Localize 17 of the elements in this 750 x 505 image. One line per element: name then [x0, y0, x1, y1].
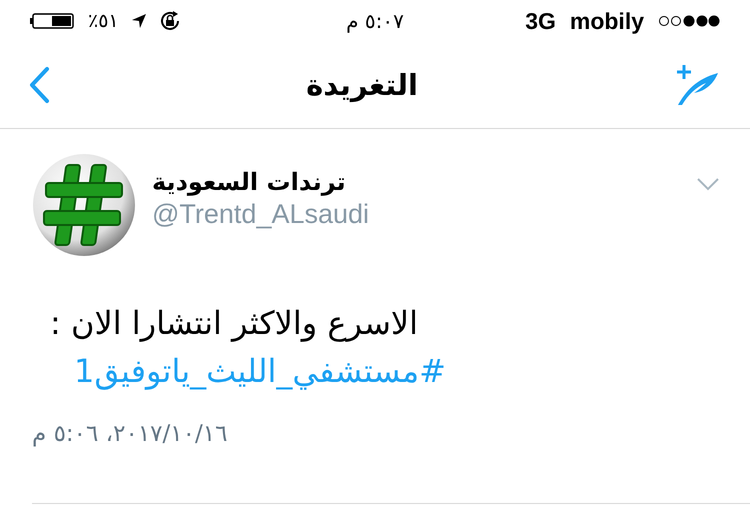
dropdown-chevron-icon[interactable]: [696, 177, 720, 191]
status-time: ٥:٠٧ م: [346, 9, 404, 33]
author-name: ترندات السعودية: [152, 167, 347, 197]
back-chevron-icon[interactable]: [28, 66, 50, 104]
signal-dots-icon: [658, 15, 720, 27]
network-type: 3G: [525, 8, 556, 34]
hash-avatar-icon: [32, 153, 136, 257]
battery-icon: [30, 13, 76, 29]
battery-percent: ٥١٪: [88, 10, 119, 32]
rotation-lock-icon: [158, 10, 181, 32]
hashtag-link[interactable]: #مستشفي_الليث_ياتوفيق1: [74, 347, 446, 395]
location-arrow-icon: [130, 13, 147, 29]
tweet-timestamp: ٢٠١٧/١٠/١٦، ٥:٠٦ م: [32, 421, 228, 447]
carrier-name: mobily: [570, 8, 644, 34]
author-handle: @Trentd_ALsaudi: [152, 198, 370, 231]
screen-title: التغريدة: [306, 68, 418, 102]
tweet-text: الاسرع والاكثر انتشارا الان :: [50, 303, 418, 344]
